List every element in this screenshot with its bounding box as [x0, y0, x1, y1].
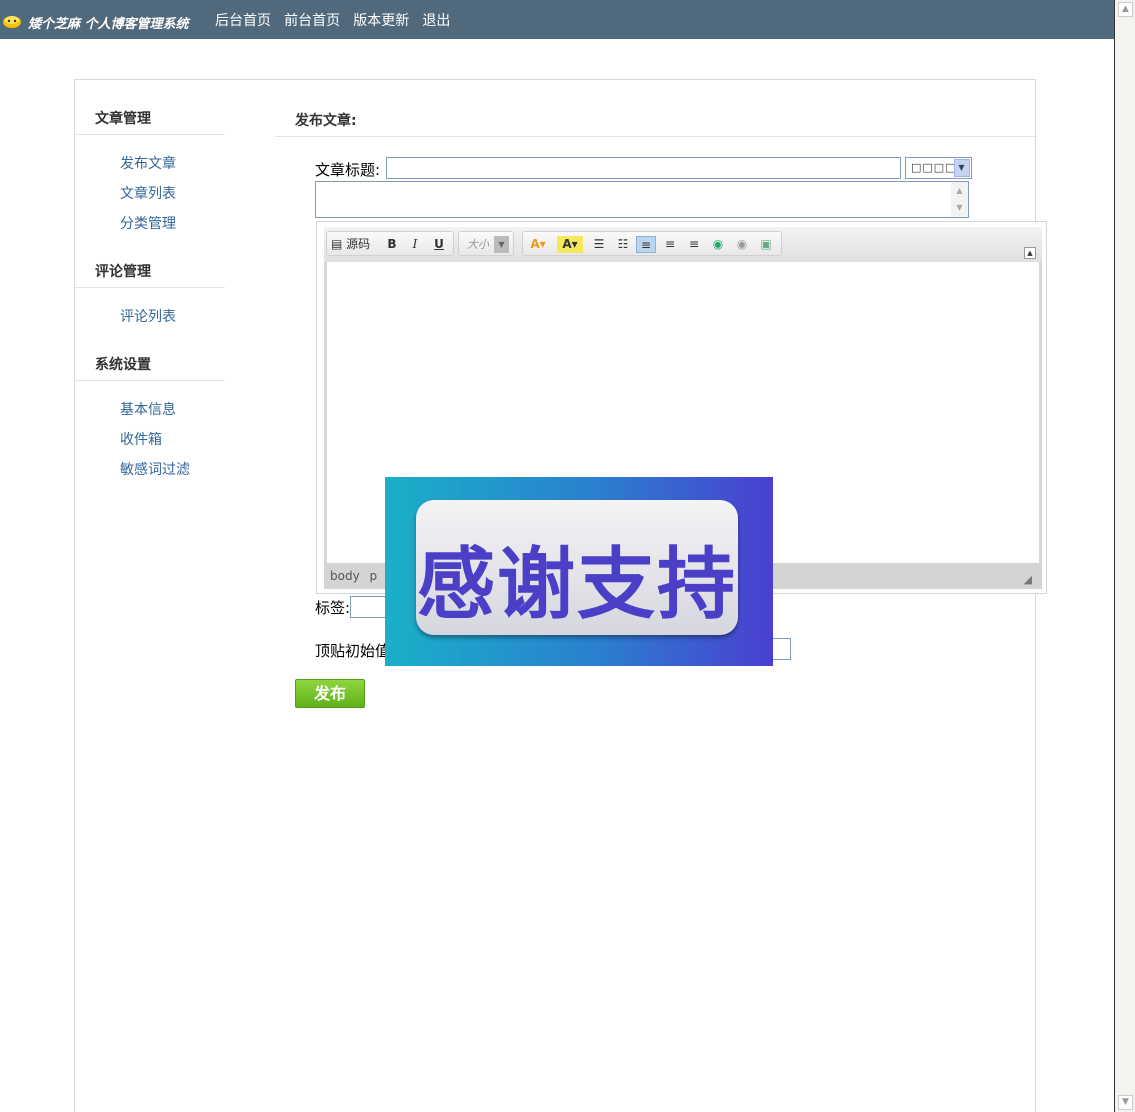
- nav-admin-home[interactable]: 后台首页: [215, 13, 271, 29]
- sidebar-item-publish-article[interactable]: 发布文章: [120, 153, 176, 173]
- fontsize-label[interactable]: 大小: [463, 236, 493, 253]
- main-divider: [275, 136, 1035, 137]
- insert-link-icon[interactable]: ◉: [708, 236, 728, 253]
- scroll-up-icon[interactable]: ▲: [951, 182, 968, 199]
- editor-toolbar: ▤ 源码 B I U 大小 ▼ A▾ A▾ ☰ ☷ ≡ ≡ ≡ ◉ ◉ ▣ ▲: [324, 227, 1042, 262]
- publish-button[interactable]: 发布: [295, 679, 365, 708]
- nav-version-update[interactable]: 版本更新: [353, 13, 409, 29]
- source-label: 源码: [346, 237, 371, 251]
- category-value: □□□□: [911, 161, 957, 174]
- fontsize-dropdown-icon[interactable]: ▼: [494, 236, 509, 253]
- align-left-icon[interactable]: ≡: [636, 236, 656, 253]
- sidebar-item-comment-list[interactable]: 评论列表: [120, 306, 176, 326]
- top-bar: 矮个芝麻 个人博客管理系统 后台首页 前台首页 版本更新 退出: [0, 0, 1115, 39]
- sidebar-item-article-list[interactable]: 文章列表: [120, 183, 176, 203]
- sidebar-heading-articles: 文章管理: [95, 111, 151, 127]
- unordered-list-icon[interactable]: ☷: [613, 236, 633, 253]
- title-label: 文章标题:: [315, 161, 381, 179]
- brand-title: 矮个芝麻 个人博客管理系统: [28, 17, 189, 32]
- nav-logout[interactable]: 退出: [422, 13, 450, 29]
- scroll-down-icon[interactable]: ▼: [1118, 1095, 1133, 1110]
- toolbar-group-format: ▤ 源码 B I U: [326, 231, 454, 256]
- sidebar-heading-comments: 评论管理: [95, 264, 151, 280]
- sidebar-item-basic-info[interactable]: 基本信息: [120, 399, 176, 419]
- path-body[interactable]: body: [330, 569, 360, 583]
- thanks-banner: 感谢支持: [385, 477, 773, 666]
- align-right-icon[interactable]: ≡: [684, 236, 704, 253]
- sidebar-item-category-manage[interactable]: 分类管理: [120, 213, 176, 233]
- source-icon: ▤: [331, 237, 343, 251]
- title-input[interactable]: [386, 157, 901, 179]
- sidebar-heading-settings: 系统设置: [95, 357, 151, 373]
- highlight-color-icon[interactable]: A▾: [557, 236, 583, 253]
- align-center-icon[interactable]: ≡: [660, 236, 680, 253]
- sidebar-divider: [75, 287, 225, 288]
- page-scrollbar[interactable]: ▲ ▼: [1114, 0, 1135, 1112]
- top-value-label: 顶贴初始值: [315, 642, 391, 660]
- italic-button[interactable]: I: [405, 236, 425, 253]
- nav-front-home[interactable]: 前台首页: [284, 13, 340, 29]
- toolbar-group-tools: A▾ A▾ ☰ ☷ ≡ ≡ ≡ ◉ ◉ ▣: [522, 231, 782, 256]
- remove-link-icon[interactable]: ◉: [732, 236, 752, 253]
- chevron-down-icon[interactable]: ▼: [954, 159, 970, 177]
- font-color-icon[interactable]: A▾: [525, 236, 551, 253]
- scroll-up-icon[interactable]: ▲: [1118, 2, 1133, 17]
- thanks-pill: 感谢支持: [416, 500, 738, 635]
- path-p[interactable]: p: [370, 569, 378, 583]
- logo-icon: [3, 16, 21, 28]
- collapse-toolbar-icon[interactable]: ▲: [1024, 247, 1036, 259]
- ordered-list-icon[interactable]: ☰: [589, 236, 609, 253]
- bold-button[interactable]: B: [382, 236, 402, 253]
- top-nav: 后台首页 前台首页 版本更新 退出: [215, 10, 459, 30]
- tags-label: 标签:: [315, 599, 351, 617]
- sidebar-item-sensitive-filter[interactable]: 敏感词过滤: [120, 459, 190, 479]
- resize-handle-icon[interactable]: ◢: [1024, 573, 1032, 586]
- sidebar-divider: [75, 380, 225, 381]
- sidebar-item-inbox[interactable]: 收件箱: [120, 429, 162, 449]
- page-title: 发布文章:: [295, 113, 357, 129]
- sidebar-divider: [75, 134, 225, 135]
- scroll-down-icon[interactable]: ▼: [951, 199, 968, 216]
- textarea-scrollbar[interactable]: ▲ ▼: [951, 182, 968, 217]
- underline-button[interactable]: U: [429, 236, 449, 253]
- summary-textarea[interactable]: ▲ ▼: [315, 181, 969, 218]
- toolbar-group-size: 大小 ▼: [458, 231, 514, 256]
- category-select[interactable]: □□□□ ▼: [905, 157, 972, 179]
- insert-image-icon[interactable]: ▣: [756, 236, 776, 253]
- thanks-text: 感谢支持: [416, 540, 737, 630]
